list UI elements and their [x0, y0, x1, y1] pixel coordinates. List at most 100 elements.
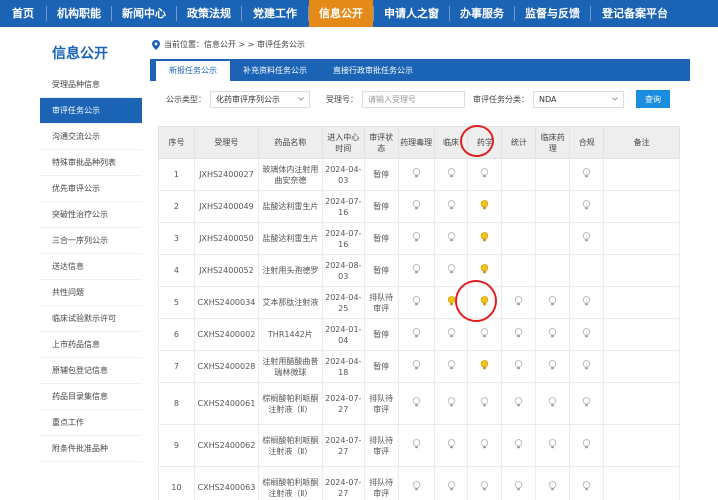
accept-number[interactable]: JXHS2400027 [193, 158, 259, 191]
sidebar-item[interactable]: 原辅包登记信息 [40, 358, 142, 384]
accept-number[interactable]: CXHS2400034 [193, 286, 259, 319]
accept-number[interactable]: JXHS2400052 [193, 254, 259, 287]
lightbulb-off-icon [515, 439, 523, 449]
review-status: 暂停 [363, 190, 399, 223]
lightbulb-off-icon [447, 397, 455, 407]
accept-number-input[interactable]: 请输入受理号 [362, 90, 465, 108]
lightbulb-off-icon [412, 481, 420, 491]
review-indicator-cell [467, 382, 503, 425]
lightbulb-off-icon [412, 264, 420, 274]
column-header: 审评状态 [363, 126, 399, 159]
location-pin-icon [152, 40, 160, 50]
nav-item[interactable]: 机构职能 [47, 0, 111, 27]
row-number: 7 [158, 350, 195, 383]
accept-number[interactable]: CXHS2400002 [193, 318, 259, 351]
entry-date: 2024-08-03 [321, 254, 365, 287]
accept-number[interactable]: JXHS2400049 [193, 190, 259, 223]
nav-item[interactable]: 信息公开 [309, 0, 373, 27]
review-indicator-cell [535, 286, 571, 319]
column-header: 临床药理 [535, 126, 571, 159]
task-table: 序号 受理号 药品名称 进入中心时间 审评状态 药理毒理 临床 药学 统计 临床药理 合规 备注 1J… [158, 126, 680, 500]
lightbulb-on-icon [481, 232, 489, 242]
category-label: 审评任务分类： [473, 94, 529, 104]
accept-number[interactable]: CXHS2400063 [193, 466, 259, 500]
review-indicator-cell [397, 350, 435, 383]
lightbulb-off-icon [515, 296, 523, 306]
lightbulb-off-icon [481, 481, 489, 491]
tab[interactable]: 直接行政审批任务公示 [320, 61, 426, 81]
table-row[interactable]: 9 CXHS2400062 棕榈酸帕利哌酮注射液（Ⅱ） 2024-07-27 排队待审评 [158, 424, 680, 467]
lightbulb-off-icon [447, 439, 455, 449]
tab-bar: 新报任务公示 补充资料任务公示 直接行政审批任务公示 [150, 59, 690, 81]
drug-name: 棕榈酸帕利哌酮注射液（Ⅱ） [257, 424, 323, 467]
category-select[interactable]: NDA [533, 90, 624, 108]
review-indicator-cell [433, 424, 469, 467]
column-header: 受理号 [193, 126, 259, 159]
sidebar-item[interactable]: 共性问题 [40, 280, 142, 306]
sidebar-item[interactable]: 特殊审批品种列表 [40, 150, 142, 176]
lightbulb-on-icon [481, 200, 489, 210]
lightbulb-off-icon [412, 360, 420, 370]
nav-item[interactable]: 办事服务 [450, 0, 514, 27]
nav-item[interactable]: 申请人之窗 [374, 0, 449, 27]
nav-item[interactable]: 党建工作 [242, 0, 308, 27]
review-indicator-cell [569, 318, 605, 351]
table-row[interactable]: 8 CXHS2400061 棕榈酸帕利哌酮注射液（Ⅱ） 2024-07-27 排队待审评 [158, 382, 680, 425]
table-header: 序号 受理号 药品名称 进入中心时间 审评状态 药理毒理 临床 药学 统计 临床药理 合规 备注 [158, 126, 680, 159]
table-row[interactable]: 7 CXHS2400028 注射用醋酸曲普瑞林微球 2024-04-18 暂停 [158, 350, 680, 383]
table-row[interactable]: 6 CXHS2400002 THR1442片 2024-01-04 暂停 [158, 318, 680, 351]
review-indicator-cell [501, 318, 537, 351]
sidebar-item[interactable]: 临床试验默示许可 [40, 306, 142, 332]
lightbulb-off-icon [515, 397, 523, 407]
review-indicator-cell [569, 382, 605, 425]
table-row[interactable]: 4 JXHS2400052 注射用头孢德罗 2024-08-03 暂停 [158, 254, 680, 287]
accept-number[interactable]: CXHS2400028 [193, 350, 259, 383]
tab[interactable]: 补充资料任务公示 [230, 61, 320, 81]
accept-number[interactable]: CXHS2400062 [193, 424, 259, 467]
sidebar-item[interactable]: 受理品种信息 [40, 72, 142, 98]
accept-number[interactable]: CXHS2400061 [193, 382, 259, 425]
table-row[interactable]: 10 CXHS2400063 棕榈酸帕利哌酮注射液（Ⅱ） 2024-07-27 排队待审… [158, 466, 680, 500]
column-header: 备注 [603, 126, 680, 159]
sidebar-item[interactable]: 上市药品信息 [40, 332, 142, 358]
drug-name: 棕榈酸帕利哌酮注射液（Ⅱ） [257, 466, 323, 500]
type-select[interactable]: 化药审评序列公示 [210, 90, 310, 108]
review-status: 排队待审评 [363, 382, 399, 425]
sidebar-item[interactable]: 三合一序列公示 [40, 228, 142, 254]
remark-cell [603, 382, 680, 425]
sidebar-item[interactable]: 优先审评公示 [40, 176, 142, 202]
sidebar-item[interactable]: 重点工作 [40, 410, 142, 436]
table-row[interactable]: 1 JXHS2400027 玻璃体内注射用曲安奈德 2024-04-03 暂停 [158, 158, 680, 191]
sidebar-item[interactable]: 突破性治疗公示 [40, 202, 142, 228]
lightbulb-off-icon [412, 296, 420, 306]
search-button[interactable]: 查询 [636, 90, 670, 108]
review-indicator-cell [397, 190, 435, 223]
review-indicator-cell [433, 190, 469, 223]
table-row[interactable]: 5 CXHS2400034 艾本那肽注射液 2024-04-25 排队待审评 [158, 286, 680, 319]
lightbulb-off-icon [582, 397, 591, 407]
sidebar-item[interactable]: 沟通交流公示 [40, 124, 142, 150]
nav-item[interactable]: 监督与反馈 [515, 0, 590, 27]
table-row[interactable]: 3 JXHS2400050 盐酸达利雷生片 2024-07-16 暂停 [158, 222, 680, 255]
entry-date: 2024-07-16 [321, 190, 365, 223]
remark-cell [603, 424, 680, 467]
review-indicator-cell [569, 222, 605, 255]
tab[interactable]: 新报任务公示 [156, 61, 230, 81]
sidebar-item[interactable]: 审评任务公示 [40, 98, 142, 124]
drug-name: 盐酸达利雷生片 [257, 222, 323, 255]
entry-date: 2024-04-03 [321, 158, 365, 191]
remark-cell [603, 286, 680, 319]
nav-item[interactable]: 首页 [0, 0, 46, 27]
review-indicator-cell [569, 286, 605, 319]
sidebar-item[interactable]: 附条件批准品种 [40, 436, 142, 462]
nav-item[interactable]: 登记备案平台 [591, 0, 679, 27]
review-indicator-cell [467, 424, 503, 467]
nav-item[interactable]: 新闻中心 [112, 0, 176, 27]
table-row[interactable]: 2 JXHS2400049 盐酸达利雷生片 2024-07-16 暂停 [158, 190, 680, 223]
review-indicator-cell [397, 158, 435, 191]
accept-number[interactable]: JXHS2400050 [193, 222, 259, 255]
nav-item[interactable]: 政策法规 [177, 0, 241, 27]
review-status: 暂停 [363, 254, 399, 287]
sidebar-item[interactable]: 药品目录集信息 [40, 384, 142, 410]
sidebar-item[interactable]: 送达信息 [40, 254, 142, 280]
